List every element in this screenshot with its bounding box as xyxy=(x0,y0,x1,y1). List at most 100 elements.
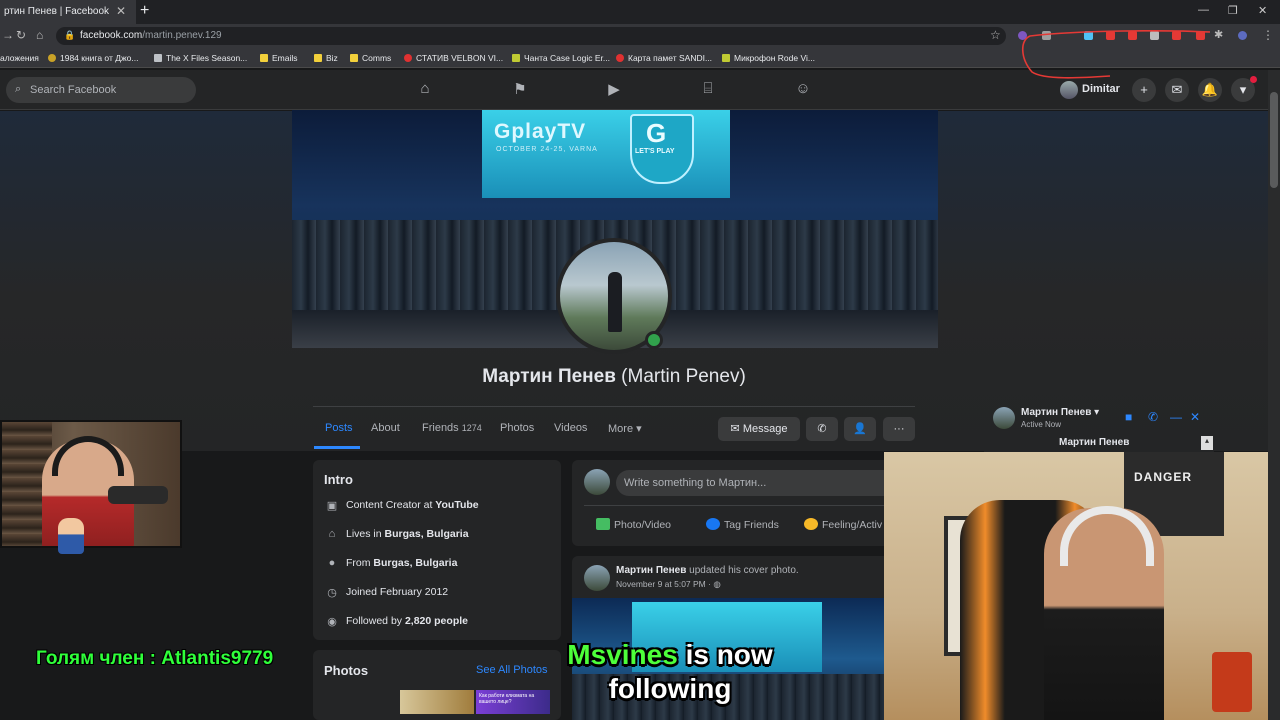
cover-logo-letter: G xyxy=(646,118,667,148)
tab-about[interactable]: About xyxy=(371,422,400,434)
home-icon: ⌂ xyxy=(328,528,336,540)
minimize-chat-icon[interactable]: — xyxy=(1170,410,1182,424)
scrollbar-thumb[interactable] xyxy=(1270,92,1278,188)
avatar[interactable] xyxy=(584,565,610,591)
bookmark-item[interactable]: 1984 книга от Джо... xyxy=(48,53,138,63)
search-icon: ⌕ xyxy=(15,83,22,95)
bookmark-item[interactable]: Чанта Case Logic Er... xyxy=(512,53,610,63)
tab-title: ртин Пенев | Facebook xyxy=(4,6,110,17)
forward-icon[interactable]: → xyxy=(2,28,14,42)
folder-icon xyxy=(350,54,358,62)
cartoon-avatar-sticker xyxy=(58,518,84,554)
chevron-down-icon: ▾ xyxy=(636,423,642,435)
bookmark-item[interactable]: The X Files Season... xyxy=(154,53,247,63)
watch-icon[interactable]: ▶ xyxy=(604,80,624,100)
intro-card xyxy=(313,460,561,640)
browser-tab-strip: ртин Пенев | Facebook ✕ + — ❐ ✕ xyxy=(0,0,1280,24)
friend-status-button[interactable]: 👤 xyxy=(844,417,876,441)
stream-chat-message: Голям член : Atlantis9779 xyxy=(36,648,274,669)
close-chat-icon[interactable]: ✕ xyxy=(1190,410,1200,424)
follow-text: following xyxy=(608,673,732,704)
address-bar[interactable]: facebook.com/martin.penev.129 xyxy=(56,27,1006,45)
notification-badge xyxy=(1250,76,1257,83)
cover-logo-tag: LET'S PLAY xyxy=(635,148,675,155)
clock-icon: ◷ xyxy=(327,587,337,599)
bookmark-item[interactable]: Biz xyxy=(314,53,338,63)
follow-text: is now xyxy=(677,639,773,670)
call-button[interactable]: ✆ xyxy=(806,417,838,441)
bookmark-item[interactable]: Emails xyxy=(260,53,298,63)
bookmark-item[interactable]: Микрофон Rode Vi... xyxy=(722,53,815,63)
webcam-right: DANGER xyxy=(884,452,1268,720)
bookmark-star-icon[interactable]: ☆ xyxy=(990,28,1001,42)
online-status-dot xyxy=(645,331,663,349)
tag-friends-icon xyxy=(706,518,720,530)
intro-item-joined: Joined February 2012 xyxy=(346,586,449,598)
photo-video-button[interactable]: Photo/Video xyxy=(596,518,671,531)
bookmark-item[interactable]: Карта памет SANDI... xyxy=(616,53,712,63)
reload-icon[interactable]: ↻ xyxy=(16,28,26,42)
avatar[interactable] xyxy=(584,469,610,495)
photo-icon xyxy=(596,518,610,530)
marketplace-icon[interactable]: ⌸ xyxy=(698,80,718,100)
url-path: /martin.penev.129 xyxy=(142,30,222,41)
kebab-menu-icon[interactable]: ⋮ xyxy=(1262,28,1274,42)
microphone-icon xyxy=(108,486,168,504)
intro-item-from: From Burgas, Bulgaria xyxy=(346,557,458,569)
red-annotation-scribble xyxy=(1021,30,1211,79)
feeling-activity-button[interactable]: Feeling/Activ xyxy=(804,518,882,531)
emag-icon xyxy=(404,54,412,62)
video-call-icon[interactable]: ■ xyxy=(1125,410,1132,424)
chat-avatar[interactable] xyxy=(993,407,1015,429)
briefcase-icon: ▣ xyxy=(326,500,338,512)
follow-alert: Msvines is now following xyxy=(520,638,820,706)
groups-icon[interactable]: ☺ xyxy=(793,80,813,100)
home-button-icon[interactable]: ⌂ xyxy=(36,28,43,42)
search-input[interactable]: ⌕ Search Facebook xyxy=(6,77,196,103)
bookmark-icon xyxy=(48,54,56,62)
tab-friends[interactable]: Friends 1274 xyxy=(422,422,482,434)
post-author[interactable]: Мартин Пенев xyxy=(616,565,686,576)
smiley-icon xyxy=(804,518,818,530)
globe-icon: ◍ xyxy=(713,579,721,589)
tab-posts[interactable]: Posts xyxy=(325,422,353,434)
phone-icon[interactable]: ✆ xyxy=(1148,410,1158,424)
bookmark-item[interactable]: СТАТИВ VELBON VI... xyxy=(404,53,503,63)
restore-window-icon[interactable]: ❐ xyxy=(1228,4,1238,17)
cover-date-text: OCTOBER 24-25, VARNA xyxy=(496,146,598,153)
tab-more[interactable]: More ▾ xyxy=(608,422,642,435)
profile-name-primary: Мартин Пенев xyxy=(482,366,616,387)
intro-item-followers: Followed by 2,820 people xyxy=(346,615,468,627)
chevron-down-icon: ▾ xyxy=(1094,407,1100,418)
composer-input[interactable]: Write something to Мартин... xyxy=(616,470,884,496)
tab-photos[interactable]: Photos xyxy=(500,422,534,434)
minimize-window-icon[interactable]: — xyxy=(1198,4,1209,16)
photos-title: Photos xyxy=(324,663,369,678)
chat-contact-name[interactable]: Мартин Пенев ▾ xyxy=(1021,407,1099,418)
new-tab-button[interactable]: + xyxy=(140,2,149,20)
close-window-icon[interactable]: ✕ xyxy=(1258,4,1267,17)
phone-icon: ✆ xyxy=(817,423,827,435)
tag-friends-button[interactable]: Tag Friends xyxy=(706,518,779,531)
divider xyxy=(313,406,915,407)
tab-videos[interactable]: Videos xyxy=(554,422,587,434)
post-timestamp[interactable]: November 9 at 5:07 PM · ◍ xyxy=(616,579,721,590)
chat-title: Мартин Пенев xyxy=(1059,437,1130,448)
location-icon: ● xyxy=(328,557,336,569)
chat-scrollbar[interactable]: ▴ xyxy=(1201,436,1213,450)
home-icon[interactable]: ⌂ xyxy=(415,80,435,100)
bookmark-item[interactable]: Comms xyxy=(350,53,391,63)
bookmark-item[interactable]: аложения xyxy=(0,53,39,63)
profile-picture-person xyxy=(608,272,622,332)
profile-icon[interactable] xyxy=(1238,31,1247,40)
more-options-button[interactable]: ··· xyxy=(883,417,915,441)
cover-brand-text: GplayTV xyxy=(494,120,587,143)
divider xyxy=(584,505,884,506)
person-icon: 👤 xyxy=(853,423,867,435)
flag-icon[interactable]: ⚑ xyxy=(510,80,530,100)
friends-count: 1274 xyxy=(461,423,482,433)
photo-thumbnail[interactable] xyxy=(400,690,474,714)
close-tab-icon[interactable]: ✕ xyxy=(116,4,126,18)
message-button[interactable]: ✉ Message xyxy=(718,417,800,441)
url-host: facebook.com xyxy=(80,30,143,41)
